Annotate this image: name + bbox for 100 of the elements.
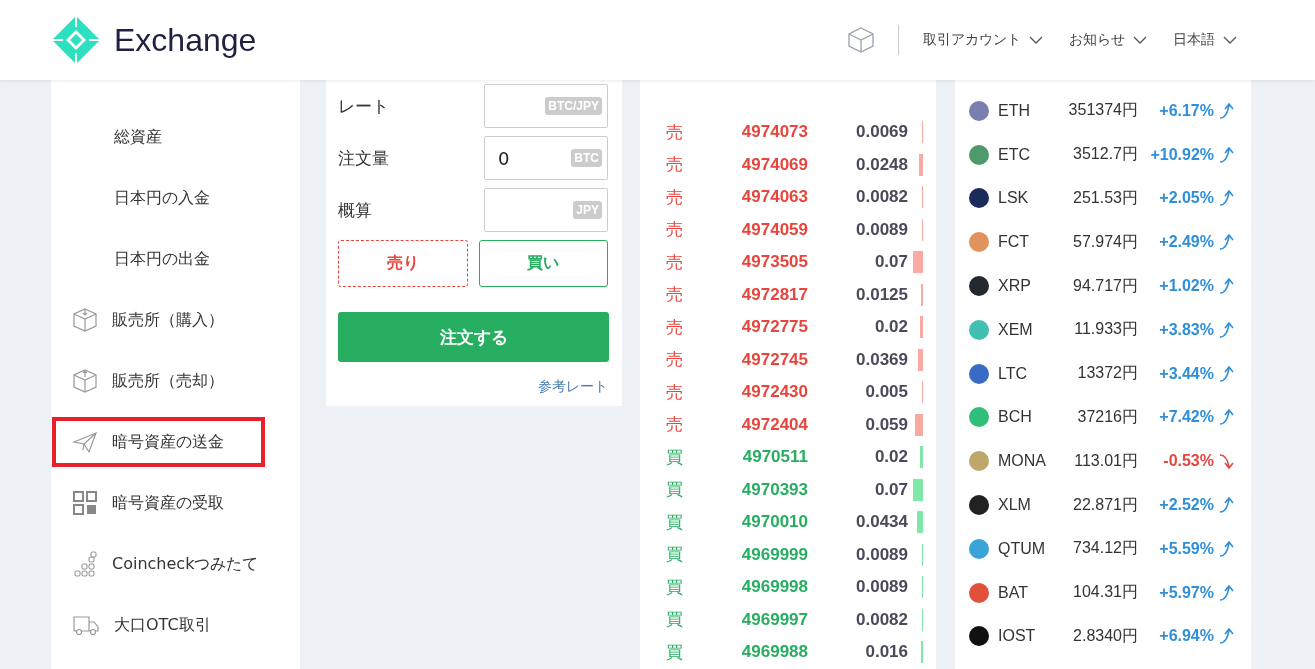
coin-price: 113.01円 [1073, 450, 1138, 471]
side-label: 買 [666, 478, 684, 502]
sidebar-item[interactable]: 暗号資産の受取 [52, 478, 265, 528]
price-cell-text: 4969988 [740, 642, 808, 663]
side-label: 買 [666, 640, 684, 664]
trend-up-icon [1218, 277, 1236, 296]
trend-up-icon [1218, 364, 1236, 383]
coin-price: 351374円 [1067, 100, 1138, 121]
coin-row[interactable]: XRP 94.717円 +1.02% [955, 264, 1251, 308]
coin-row[interactable]: ETC 3512.7円 +10.92% [955, 132, 1251, 177]
sidebar-item[interactable]: 大口OTC取引 [52, 600, 265, 650]
menu-dropdown[interactable]: お知らせ [1069, 31, 1147, 49]
coin-row[interactable]: LSK 251.53円 +2.05% [955, 176, 1251, 221]
price-cell-text: 4972745 [740, 349, 808, 370]
trend-up-icon [1218, 627, 1236, 646]
price-change: +3.44% [1158, 364, 1214, 383]
price-cell-text: 4970511 [741, 447, 808, 468]
price-cell-text: 4973505 [740, 252, 808, 273]
coin-row[interactable]: LTC 13372円 +3.44% [955, 351, 1251, 396]
side-toggle[interactable]: 売り [338, 240, 468, 287]
paper-plane-icon [72, 429, 98, 455]
side-label: 買 [666, 445, 684, 469]
coin-price: 37216円 [1076, 406, 1138, 427]
sidebar-item[interactable]: 総資産 [52, 112, 265, 162]
trend-up-icon [1218, 189, 1236, 208]
coin-price: 22.871円 [1072, 494, 1138, 515]
field-label: 概算 [338, 198, 372, 222]
field-value: 0 [498, 147, 510, 169]
coin-price: 11.933円 [1073, 319, 1138, 340]
depth-bar [916, 511, 923, 534]
price-cell-text: 4970393 [740, 479, 808, 500]
amount-cell-text: 0.07 [873, 252, 908, 273]
box-icon [72, 368, 98, 394]
coin-price: 734.12円 [1072, 538, 1138, 559]
price-cell-text: 4974069 [740, 154, 808, 175]
price-cell-text: 4969998 [740, 577, 808, 598]
coin-row[interactable]: QTUM 734.12円 +5.59% [955, 526, 1251, 571]
amount-cell-text: 0.0082 [855, 609, 908, 630]
amount-cell-text: 0.07 [873, 479, 908, 500]
coin-row[interactable]: ETH 351374円 +6.17% [955, 89, 1251, 133]
depth-bar [920, 446, 923, 469]
cube-icon[interactable] [847, 26, 875, 54]
coin-symbol: BAT [998, 583, 1029, 602]
coin-symbol: IOST [998, 627, 1037, 646]
trend-up-icon [1218, 101, 1236, 120]
coin-symbol: BCH [998, 408, 1033, 427]
coin-price: 57.974円 [1072, 231, 1138, 252]
sidebar-item[interactable]: Coincheckつみたて [52, 539, 265, 589]
coin-price: 13372円 [1076, 363, 1138, 384]
coin-row[interactable]: FCT 57.974円 +2.49% [955, 220, 1251, 265]
brand-name: Exchange [114, 21, 257, 59]
amount-cell-text: 0.0082 [855, 187, 908, 208]
side-label: 買 [666, 543, 684, 567]
amount-cell-text: 0.005 [864, 382, 908, 403]
price-cell-text: 4970010 [740, 512, 808, 533]
coin-row[interactable]: BAT 104.31円 +5.97% [955, 570, 1251, 615]
sidebar-item[interactable]: 日本円の入金 [52, 173, 265, 223]
amount-cell-text: 0.059 [864, 414, 908, 435]
coin-row[interactable]: BCH 37216円 +7.42% [955, 395, 1251, 440]
price-change: +1.02% [1158, 277, 1214, 296]
coin-symbol: FCT [998, 233, 1031, 252]
sidebar-item[interactable]: 販売所（購入） [52, 295, 265, 345]
price-change: +3.83% [1158, 320, 1214, 339]
coin-price: 104.31円 [1072, 582, 1138, 603]
trend-up-icon [1218, 233, 1236, 252]
side-label: 売 [666, 185, 684, 209]
price-cell-text: 4974059 [740, 219, 808, 240]
coin-row[interactable]: IOST 2.8340円 +6.94% [955, 614, 1251, 659]
menu-dropdown[interactable]: 日本語 [1173, 31, 1237, 49]
reference-rate-link[interactable]: 参考レート [538, 378, 608, 396]
coin-symbol: ETC [998, 145, 1031, 164]
sidebar-item[interactable]: 販売所（売却） [52, 356, 265, 406]
menu-dropdown[interactable]: 取引アカウント [923, 31, 1043, 49]
field-label: 注文量 [338, 146, 389, 170]
sidebar-item[interactable]: 日本円の出金 [52, 234, 265, 284]
logo-icon[interactable] [51, 15, 101, 65]
depth-bar [914, 413, 923, 436]
qr-code-icon [72, 490, 98, 516]
price-cell-text: 4972404 [740, 414, 808, 435]
coin-price: 2.8340円 [1072, 625, 1138, 646]
coin-price: 94.717円 [1072, 275, 1138, 296]
chevron-down-icon [1133, 36, 1147, 44]
field-label: レート [338, 94, 389, 118]
amount-cell-text: 0.0369 [855, 349, 908, 370]
amount-cell-text: 0.016 [864, 642, 908, 663]
price-change: +2.49% [1158, 233, 1214, 252]
truck-icon [72, 613, 100, 637]
coin-row[interactable]: XEM 11.933円 +3.83% [955, 308, 1251, 352]
coin-price: 251.53円 [1072, 188, 1138, 208]
chevron-down-icon [1223, 36, 1237, 44]
trend-up-icon [1218, 496, 1236, 515]
coin-row[interactable]: MONA 113.01円 -0.53% [955, 439, 1251, 484]
trend-up-icon [1218, 539, 1236, 558]
coin-row[interactable]: XLM 22.871円 +2.52% [955, 483, 1251, 527]
depth-bar [917, 348, 923, 371]
amount-cell-text: 0.0248 [855, 154, 908, 175]
side-label: 買 [666, 575, 684, 599]
chevron-down-icon [1029, 36, 1043, 44]
sidebar-item[interactable]: 暗号資産の送金 [52, 417, 265, 467]
side-label: 売 [666, 380, 684, 404]
